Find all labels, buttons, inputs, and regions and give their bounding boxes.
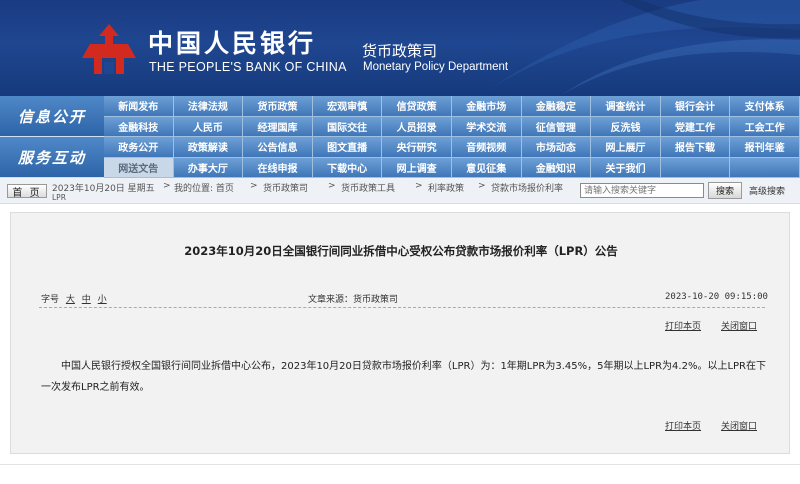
- nav-item-anti-money-laundering[interactable]: 反洗钱: [591, 116, 661, 137]
- nav-item-macroprudential[interactable]: 宏观审慎: [312, 96, 383, 117]
- nav-item-service-hall[interactable]: 办事大厅: [173, 157, 244, 178]
- nav-item-audio-video[interactable]: 音频视频: [451, 137, 522, 158]
- nav-item-empty: [730, 157, 800, 178]
- nav-item-report-download[interactable]: 报告下载: [660, 137, 731, 158]
- nav-item-research[interactable]: 央行研究: [382, 137, 452, 158]
- nav-item-live-broadcast[interactable]: 图文直播: [312, 137, 383, 158]
- breadcrumb-sep: >: [328, 181, 336, 191]
- nav-item-about-us[interactable]: 关于我们: [591, 157, 661, 178]
- nav-item-market-dynamics[interactable]: 市场动态: [521, 137, 592, 158]
- current-date: 2023年10月20日 星期五: [52, 184, 155, 194]
- font-size-medium[interactable]: 中: [82, 295, 91, 305]
- nav-item-international[interactable]: 国际交往: [312, 116, 383, 137]
- breadcrumb-item-interest-rate-policy[interactable]: 利率政策: [428, 181, 464, 194]
- nav-item-online-declaration[interactable]: 在线申报: [243, 157, 313, 178]
- nav-row: 政务公开 政策解读 公告信息 图文直播 央行研究 音频视频 市场动态 网上展厅 …: [104, 137, 800, 158]
- nav-item-payment-system[interactable]: 支付体系: [730, 96, 800, 117]
- nav-item-financial-stability[interactable]: 金融稳定: [521, 96, 592, 117]
- main-navigation: 信息公开 服务互动 新闻发布 法律法规 货币政策 宏观审慎 信贷政策 金融市场 …: [0, 96, 800, 178]
- breadcrumb-location-home[interactable]: 我的位置: 首页: [174, 181, 234, 194]
- nav-grid-info: 新闻发布 法律法规 货币政策 宏观审慎 信贷政策 金融市场 金融稳定 调查统计 …: [104, 96, 800, 137]
- nav-item-news[interactable]: 新闻发布: [104, 96, 174, 117]
- print-page-link[interactable]: 打印本页: [665, 319, 701, 332]
- nav-item-statistics[interactable]: 调查统计: [591, 96, 661, 117]
- nav-item-laws[interactable]: 法律法规: [173, 96, 244, 117]
- divider: [39, 307, 765, 308]
- nav-item-download-center[interactable]: 下载中心: [312, 157, 383, 178]
- nav-item-online-survey[interactable]: 网上调查: [382, 157, 452, 178]
- footer-strip: [0, 464, 800, 484]
- nav-item-union[interactable]: 工会工作: [730, 116, 800, 137]
- nav-item-yearbook[interactable]: 报刊年鉴: [730, 137, 800, 158]
- nav-item-documents[interactable]: 网送文告: [104, 157, 174, 178]
- article-panel: 2023年10月20日全国银行间同业拆借中心受权公布贷款市场报价利率（LPR）公…: [10, 212, 790, 454]
- article-source: 文章来源：货币政策司: [308, 295, 399, 305]
- search-button[interactable]: 搜索: [708, 182, 742, 199]
- nav-item-government-affairs[interactable]: 政务公开: [104, 137, 174, 158]
- font-size-selector: 字号 大 中 小: [41, 292, 111, 305]
- article-datetime: 2023-10-20 09:15:00: [665, 292, 768, 302]
- breadcrumb-overflow-text: LPR: [52, 193, 66, 202]
- nav-row: 金融科技 人民币 经理国库 国际交往 人员招录 学术交流 征信管理 反洗钱 党建…: [104, 116, 800, 137]
- advanced-search-link[interactable]: 高级搜索: [749, 184, 785, 197]
- dept-name-en: Monetary Policy Department: [363, 61, 509, 73]
- font-size-large[interactable]: 大: [66, 295, 75, 305]
- nav-grid-service: 政务公开 政策解读 公告信息 图文直播 央行研究 音频视频 市场动态 网上展厅 …: [104, 137, 800, 178]
- nav-item-credit-policy[interactable]: 信贷政策: [382, 96, 452, 117]
- dept-name-cn: 货币政策司: [362, 42, 438, 60]
- article-title: 2023年10月20日全国银行间同业拆借中心受权公布贷款市场报价利率（LPR）公…: [184, 244, 618, 258]
- nav-item-feedback[interactable]: 意见征集: [451, 157, 522, 178]
- nav-category-info-disclosure[interactable]: 信息公开: [0, 96, 104, 137]
- bank-name-en: THE PEOPLE'S BANK OF CHINA: [149, 60, 347, 74]
- bank-name-cn: 中国人民银行: [148, 29, 317, 58]
- breadcrumb-sep: >: [163, 181, 171, 191]
- close-window-link-bottom[interactable]: 关闭窗口: [721, 419, 757, 432]
- font-size-label: 字号: [41, 295, 60, 305]
- nav-item-policy-interpretation[interactable]: 政策解读: [173, 137, 244, 158]
- article-paragraph: 中国人民银行授权全国银行间同业拆借中心公布，2023年10月20日贷款市场报价利…: [41, 361, 766, 393]
- nav-item-financial-knowledge[interactable]: 金融知识: [521, 157, 592, 178]
- breadcrumb-bar: 首 页 2023年10月20日 星期五 LPR > 我的位置: 首页 > 货币政…: [0, 178, 800, 204]
- nav-item-rmb[interactable]: 人民币: [173, 116, 244, 137]
- site-header: 中国人民银行 THE PEOPLE'S BANK OF CHINA 货币政策司 …: [0, 0, 800, 96]
- nav-category-service-interaction[interactable]: 服务互动: [0, 137, 104, 178]
- nav-item-fintech[interactable]: 金融科技: [104, 116, 174, 137]
- breadcrumb-sep: >: [250, 181, 258, 191]
- nav-item-empty: [660, 157, 731, 178]
- print-page-link-bottom[interactable]: 打印本页: [665, 419, 701, 432]
- nav-item-credit-reference[interactable]: 征信管理: [521, 116, 592, 137]
- nav-item-academic[interactable]: 学术交流: [451, 116, 522, 137]
- breadcrumb-sep: >: [478, 181, 486, 191]
- nav-item-monetary-policy[interactable]: 货币政策: [243, 96, 313, 117]
- close-window-link[interactable]: 关闭窗口: [721, 319, 757, 332]
- breadcrumb-item-policy-tools[interactable]: 货币政策工具: [341, 181, 395, 194]
- nav-item-recruitment[interactable]: 人员招录: [382, 116, 452, 137]
- home-button[interactable]: 首 页: [7, 184, 47, 199]
- nav-row: 新闻发布 法律法规 货币政策 宏观审慎 信贷政策 金融市场 金融稳定 调查统计 …: [104, 96, 800, 117]
- nav-item-accounting[interactable]: 银行会计: [660, 96, 731, 117]
- nav-item-financial-market[interactable]: 金融市场: [451, 96, 522, 117]
- breadcrumb-item-monetary-dept[interactable]: 货币政策司: [263, 181, 308, 194]
- pboc-logo-icon: [82, 24, 136, 74]
- breadcrumb-sep: >: [415, 181, 423, 191]
- article-body: 中国人民银行授权全国银行间同业拆借中心公布，2023年10月20日贷款市场报价利…: [41, 356, 773, 398]
- font-size-small[interactable]: 小: [98, 295, 107, 305]
- nav-item-treasury[interactable]: 经理国库: [243, 116, 313, 137]
- nav-item-announcements[interactable]: 公告信息: [243, 137, 313, 158]
- nav-row: 网送文告 办事大厅 在线申报 下载中心 网上调查 意见征集 金融知识 关于我们: [104, 157, 800, 178]
- nav-item-online-exhibition[interactable]: 网上展厅: [591, 137, 661, 158]
- breadcrumb-item-lpr[interactable]: 贷款市场报价利率: [491, 181, 563, 194]
- nav-item-party-building[interactable]: 党建工作: [660, 116, 731, 137]
- search-input[interactable]: [580, 183, 704, 198]
